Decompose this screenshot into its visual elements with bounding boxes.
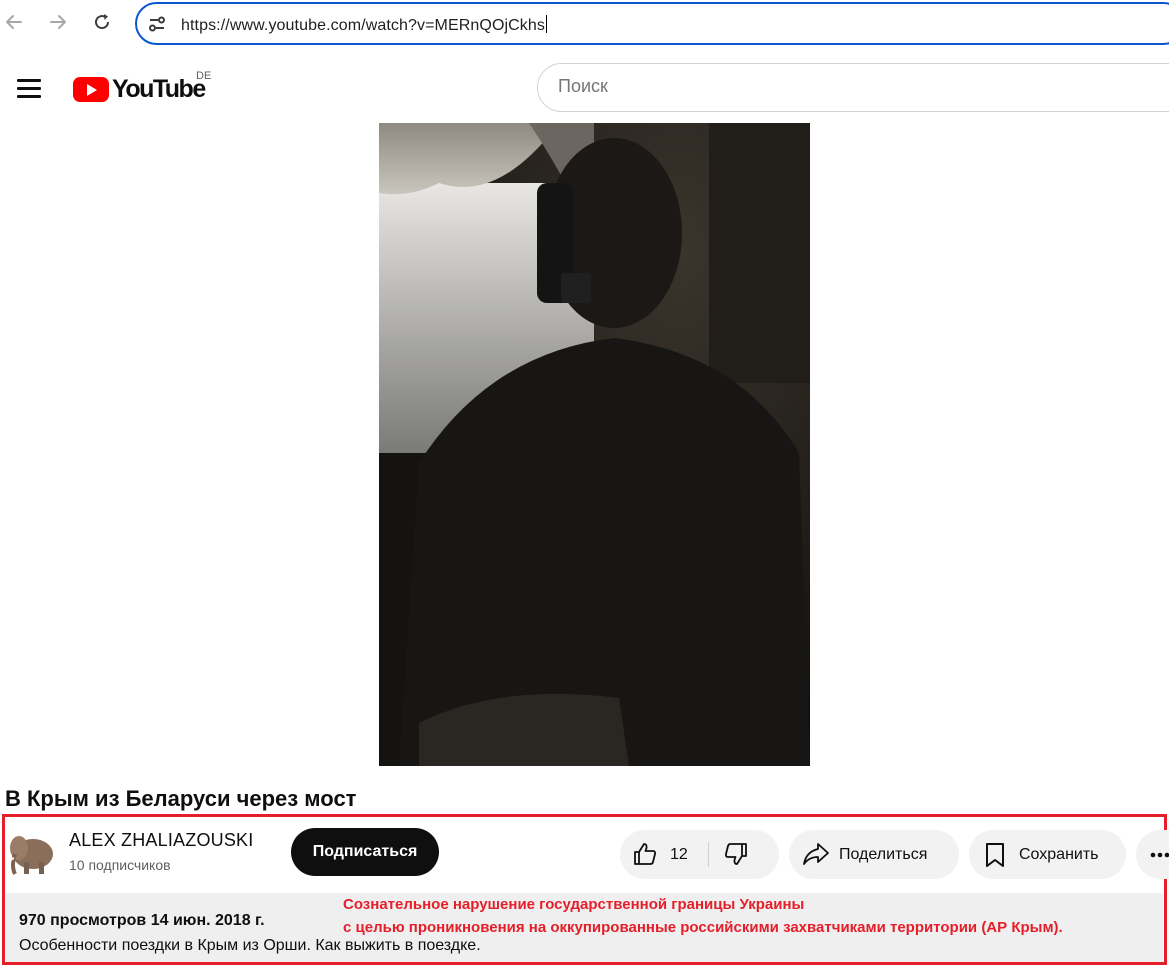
youtube-wordmark: YouTube (112, 74, 206, 103)
share-icon (803, 843, 829, 865)
subscribe-button[interactable]: Подписаться (291, 828, 439, 876)
youtube-logo[interactable]: YouTube (73, 74, 206, 103)
reload-icon[interactable] (88, 8, 116, 36)
video-player[interactable] (379, 123, 810, 766)
region-code: DE (196, 70, 212, 82)
url-text[interactable]: https://www.youtube.com/watch?v=MERnQOjC… (181, 15, 547, 35)
video-title: В Крым из Беларуси через мост (5, 786, 357, 811)
search-box[interactable] (537, 63, 1169, 112)
description-text: Особенности поездки в Крым из Орши. Как … (19, 937, 481, 954)
site-info-icon[interactable] (147, 14, 167, 34)
more-icon (1150, 852, 1169, 858)
annotation-text: Сознательное нарушение государственной г… (343, 893, 1063, 939)
thumbs-up-icon (634, 843, 656, 865)
share-label: Поделиться (839, 846, 928, 863)
subscriber-count: 10 подписчиков (69, 857, 171, 873)
dislike-button[interactable] (709, 830, 779, 879)
annotation-line-2: с целью проникновения на оккупированные … (343, 919, 1063, 936)
like-button[interactable]: 12 (620, 830, 708, 879)
save-button[interactable]: Сохранить (969, 830, 1126, 879)
bookmark-icon (986, 843, 1004, 867)
menu-icon[interactable] (17, 79, 41, 99)
youtube-header: YouTube DE (0, 52, 1169, 122)
view-count-and-date: 970 просмотров 14 июн. 2018 г. (19, 912, 265, 929)
channel-avatar[interactable] (7, 824, 55, 876)
annotation-line-1: Сознательное нарушение государственной г… (343, 896, 805, 913)
forward-icon[interactable] (44, 8, 72, 36)
video-frame (379, 123, 810, 766)
like-dislike-group: 12 (620, 830, 779, 879)
browser-toolbar: https://www.youtube.com/watch?v=MERnQOjC… (0, 0, 1169, 48)
search-input[interactable] (558, 76, 1138, 97)
save-label: Сохранить (1019, 846, 1099, 863)
like-count: 12 (670, 846, 688, 863)
back-icon[interactable] (0, 8, 28, 36)
youtube-play-icon (73, 76, 109, 102)
thumbs-down-icon (725, 843, 747, 865)
address-bar[interactable]: https://www.youtube.com/watch?v=MERnQOjC… (135, 2, 1169, 45)
share-button[interactable]: Поделиться (789, 830, 959, 879)
channel-name[interactable]: ALEX ZHALIAZOUSKI (69, 830, 253, 851)
